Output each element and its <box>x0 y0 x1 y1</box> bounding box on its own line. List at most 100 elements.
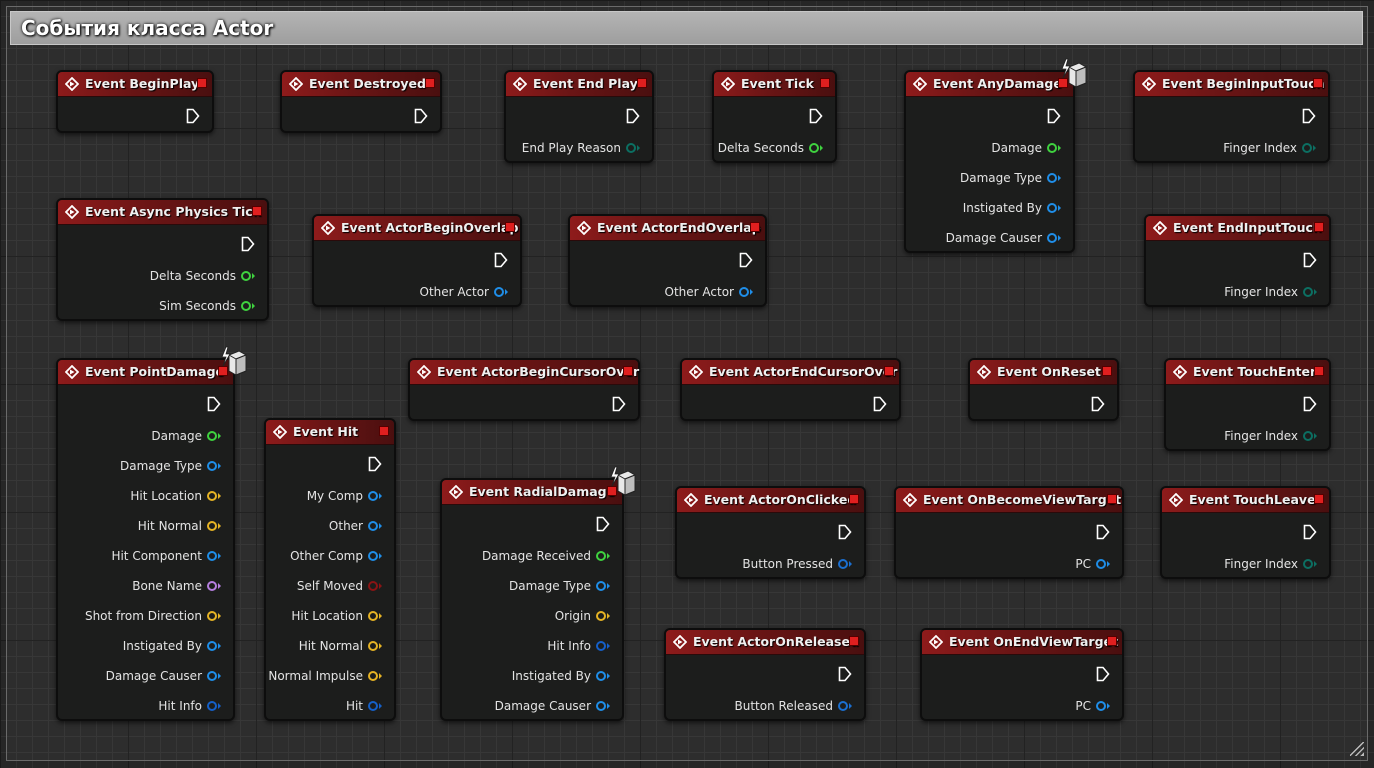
node-header[interactable]: Event EndInputTouch <box>1146 216 1329 241</box>
exec-out-pin-icon[interactable] <box>1302 108 1316 124</box>
node-header[interactable]: Event Destroyed <box>282 72 440 97</box>
output-pin[interactable]: Damage Causer <box>106 668 221 684</box>
output-pin[interactable]: Damage Type <box>120 458 221 474</box>
resize-grip-icon[interactable] <box>1350 742 1364 756</box>
output-pin[interactable]: Damage Type <box>960 170 1061 186</box>
output-pin[interactable]: Hit Component <box>111 548 221 564</box>
delegate-pin-icon[interactable] <box>425 78 435 88</box>
struct-pin-icon[interactable] <box>596 640 610 652</box>
exec-out-pin-icon[interactable] <box>1096 524 1110 540</box>
output-pin[interactable]: Delta Seconds <box>150 268 255 284</box>
node-header[interactable]: Event BeginInputTouch <box>1135 72 1328 97</box>
delegate-pin-icon[interactable] <box>1107 636 1117 646</box>
node-header[interactable]: Event RadialDamage <box>442 480 622 505</box>
exec-out-pin-icon[interactable] <box>1303 524 1317 540</box>
object-pin-icon[interactable] <box>1047 172 1061 184</box>
object-pin-icon[interactable] <box>207 640 221 652</box>
delegate-pin-icon[interactable] <box>379 426 389 436</box>
node-header[interactable]: Event OnEndViewTarget <box>922 630 1122 655</box>
struct-pin-icon[interactable] <box>368 700 382 712</box>
object-pin-icon[interactable] <box>1047 202 1061 214</box>
output-pin[interactable]: Other <box>329 518 382 534</box>
delegate-pin-icon[interactable] <box>750 222 760 232</box>
node-header[interactable]: Event OnReset <box>970 360 1117 385</box>
node-header[interactable]: Event TouchLeave <box>1162 488 1329 513</box>
event-end-input-touch-node[interactable]: Event EndInputTouch Finger Index <box>1144 214 1331 307</box>
enum-pin-icon[interactable] <box>1303 558 1317 570</box>
exec-out-pin-icon[interactable] <box>838 524 852 540</box>
node-header[interactable]: Event BeginPlay <box>58 72 212 97</box>
node-header[interactable]: Event ActorBeginOverlap <box>314 216 520 241</box>
output-pin[interactable]: Instigated By <box>123 638 221 654</box>
node-header[interactable]: Event Async Physics Tick <box>58 200 267 225</box>
output-pin[interactable]: Other Actor <box>665 284 753 300</box>
node-header[interactable]: Event ActorEndCursorOver <box>682 360 899 385</box>
output-pin[interactable]: End Play Reason <box>522 140 640 156</box>
delegate-pin-icon[interactable] <box>1314 494 1324 504</box>
output-pin[interactable]: Finger Index <box>1224 284 1317 300</box>
output-pin[interactable]: Damage <box>991 140 1061 156</box>
output-pin[interactable]: Button Released <box>734 698 852 714</box>
output-pin[interactable]: PC <box>1075 698 1110 714</box>
output-pin[interactable]: Delta Seconds <box>718 140 823 156</box>
event-actor-begin-cursor-over-node[interactable]: Event ActorBeginCursorOver <box>408 358 640 421</box>
output-pin[interactable]: Hit Location <box>130 488 221 504</box>
vector-pin-icon[interactable] <box>596 610 610 622</box>
delegate-pin-icon[interactable] <box>884 366 894 376</box>
enum-pin-icon[interactable] <box>1303 286 1317 298</box>
event-begin-play-node[interactable]: Event BeginPlay <box>56 70 214 133</box>
vector-pin-icon[interactable] <box>368 670 382 682</box>
exec-out-pin-icon[interactable] <box>494 252 508 268</box>
output-pin[interactable]: Finger Index <box>1224 428 1317 444</box>
output-pin[interactable]: Finger Index <box>1224 556 1317 572</box>
output-pin[interactable]: Hit Normal <box>138 518 221 534</box>
event-end-play-node[interactable]: Event End Play End Play Reason <box>504 70 654 163</box>
exec-out-pin-icon[interactable] <box>612 396 626 412</box>
node-header[interactable]: Event AnyDamage <box>906 72 1073 97</box>
exec-out-pin-icon[interactable] <box>1047 108 1061 124</box>
exec-out-pin-icon[interactable] <box>186 108 200 124</box>
float-pin-icon[interactable] <box>241 300 255 312</box>
output-pin[interactable]: Damage Received <box>482 548 610 564</box>
exec-out-pin-icon[interactable] <box>368 456 382 472</box>
output-pin[interactable]: Instigated By <box>963 200 1061 216</box>
node-header[interactable]: Event ActorBeginCursorOver <box>410 360 639 385</box>
event-any-damage-node[interactable]: Event AnyDamage Damage Damage Type Instigat… <box>904 58 1087 253</box>
output-pin[interactable]: Normal Impulse <box>268 668 382 684</box>
exec-out-pin-icon[interactable] <box>207 396 221 412</box>
object-pin-icon[interactable] <box>1096 558 1110 570</box>
struct-pin-icon[interactable] <box>207 700 221 712</box>
output-pin[interactable]: Damage Causer <box>946 230 1061 246</box>
event-touch-leave-node[interactable]: Event TouchLeave Finger Index <box>1160 486 1331 579</box>
output-pin[interactable]: Bone Name <box>132 578 221 594</box>
output-pin[interactable]: Hit Location <box>291 608 382 624</box>
event-actor-end-cursor-over-node[interactable]: Event ActorEndCursorOver <box>680 358 901 421</box>
exec-out-pin-icon[interactable] <box>414 108 428 124</box>
output-pin[interactable]: Hit Normal <box>299 638 382 654</box>
node-header[interactable]: Event ActorOnClicked <box>677 488 864 513</box>
float-pin-icon[interactable] <box>596 550 610 562</box>
output-pin[interactable]: Sim Seconds <box>159 298 255 314</box>
delegate-pin-icon[interactable] <box>849 494 859 504</box>
vector-pin-icon[interactable] <box>207 610 221 622</box>
event-on-become-view-target-node[interactable]: Event OnBecomeViewTarget PC <box>894 486 1124 579</box>
node-header[interactable]: Event Tick <box>714 72 835 97</box>
event-begin-input-touch-node[interactable]: Event BeginInputTouch Finger Index <box>1133 70 1330 163</box>
float-pin-icon[interactable] <box>241 270 255 282</box>
output-pin[interactable]: Damage Causer <box>495 698 610 714</box>
enum-pin-icon[interactable] <box>626 142 640 154</box>
node-header[interactable]: Event ActorEndOverlap <box>570 216 765 241</box>
delegate-pin-icon[interactable] <box>849 636 859 646</box>
enum-pin-icon[interactable] <box>1303 430 1317 442</box>
object-pin-icon[interactable] <box>368 520 382 532</box>
exec-out-pin-icon[interactable] <box>1303 396 1317 412</box>
name-pin-icon[interactable] <box>207 580 221 592</box>
event-destroyed-node[interactable]: Event Destroyed <box>280 70 442 133</box>
float-pin-icon[interactable] <box>1047 142 1061 154</box>
event-tick-node[interactable]: Event Tick Delta Seconds <box>712 70 837 163</box>
event-point-damage-node[interactable]: Event PointDamage Damage Damage Type Hit Lo… <box>56 346 247 721</box>
node-header[interactable]: Event OnBecomeViewTarget <box>896 488 1122 513</box>
object-pin-icon[interactable] <box>207 460 221 472</box>
exec-out-pin-icon[interactable] <box>596 516 610 532</box>
exec-out-pin-icon[interactable] <box>241 236 255 252</box>
